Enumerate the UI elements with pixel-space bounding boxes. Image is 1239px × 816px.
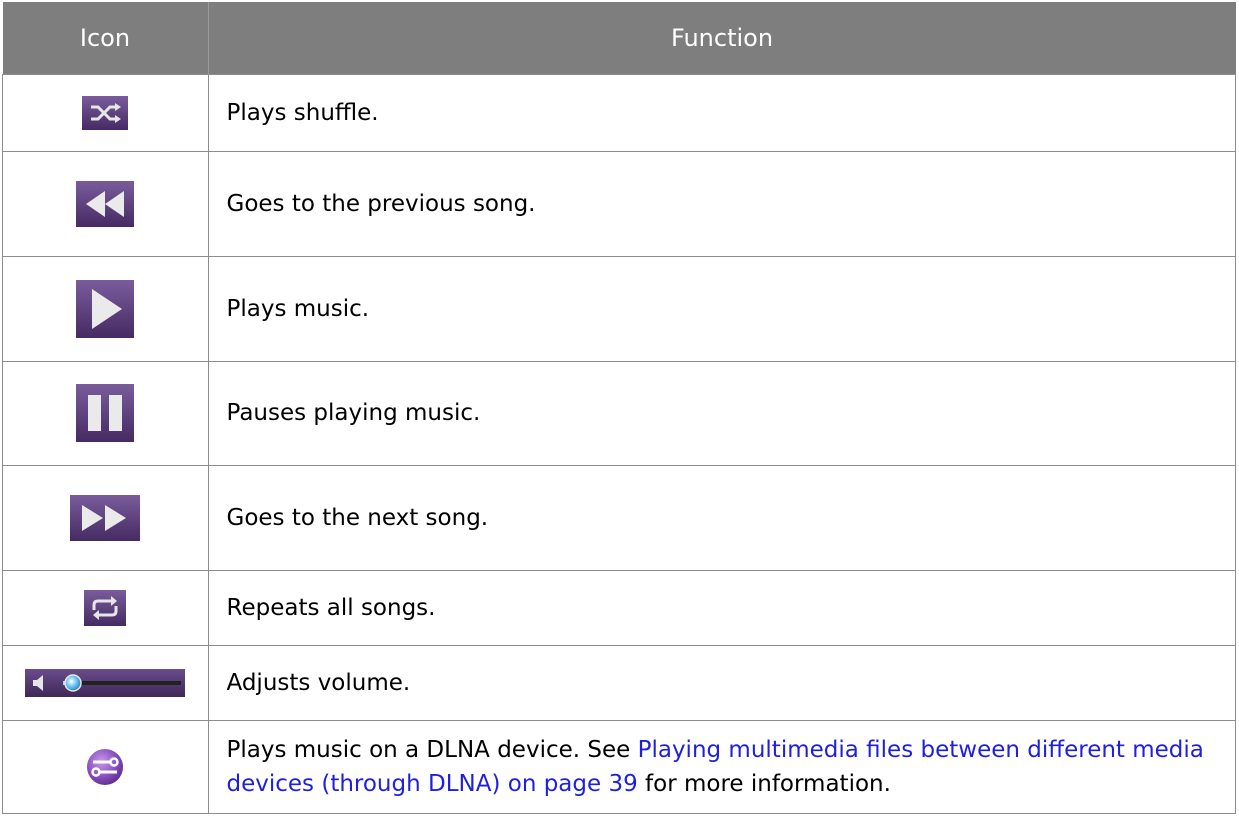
- icon-cell: [2, 465, 209, 572]
- next-song-icon: [70, 495, 141, 542]
- volume-slider-icon: [25, 668, 186, 697]
- header-icon: Icon: [2, 2, 208, 75]
- play-icon: [76, 279, 135, 338]
- table-row: Goes to the previous song.: [2, 151, 1236, 257]
- function-text: Plays music.: [207, 255, 1236, 362]
- icon-cell: [2, 644, 209, 721]
- function-text: Pauses playing music.: [207, 360, 1236, 467]
- function-text: Goes to the previous song.: [207, 151, 1236, 257]
- icon-cell: [2, 570, 209, 646]
- repeat-icon: [84, 589, 127, 626]
- icon-cell: [2, 73, 209, 153]
- icon-cell: [2, 719, 209, 815]
- icon-function-table: Icon Function Plays shuffle. Goes to the…: [2, 2, 1236, 815]
- header-function: Function: [207, 2, 1236, 75]
- dlna-icon: [85, 747, 125, 787]
- function-text: Goes to the next song.: [207, 465, 1236, 572]
- table-row: Plays music.: [2, 255, 1236, 362]
- icon-cell: [2, 360, 209, 467]
- table-row: Adjusts volume.: [2, 644, 1236, 721]
- table-row: Pauses playing music.: [2, 360, 1236, 467]
- table-header-row: Icon Function: [2, 2, 1236, 75]
- function-text: Adjusts volume.: [207, 644, 1236, 721]
- table-row: Plays shuffle.: [2, 73, 1236, 153]
- pause-icon: [76, 384, 135, 443]
- shuffle-icon: [82, 96, 129, 131]
- table-row: Repeats all songs.: [2, 570, 1236, 646]
- table-row: Goes to the next song.: [2, 465, 1236, 572]
- dlna-text-after: for more information.: [637, 770, 891, 797]
- function-text: Plays music on a DLNA device. See Playin…: [207, 719, 1236, 815]
- function-text: Plays shuffle.: [207, 73, 1236, 153]
- dlna-text-before: Plays music on a DLNA device. See: [226, 736, 638, 763]
- table-row: Plays music on a DLNA device. See Playin…: [2, 719, 1236, 815]
- icon-cell: [2, 255, 209, 362]
- icon-cell: [2, 151, 209, 257]
- previous-song-icon: [76, 180, 135, 227]
- function-text: Repeats all songs.: [207, 570, 1236, 646]
